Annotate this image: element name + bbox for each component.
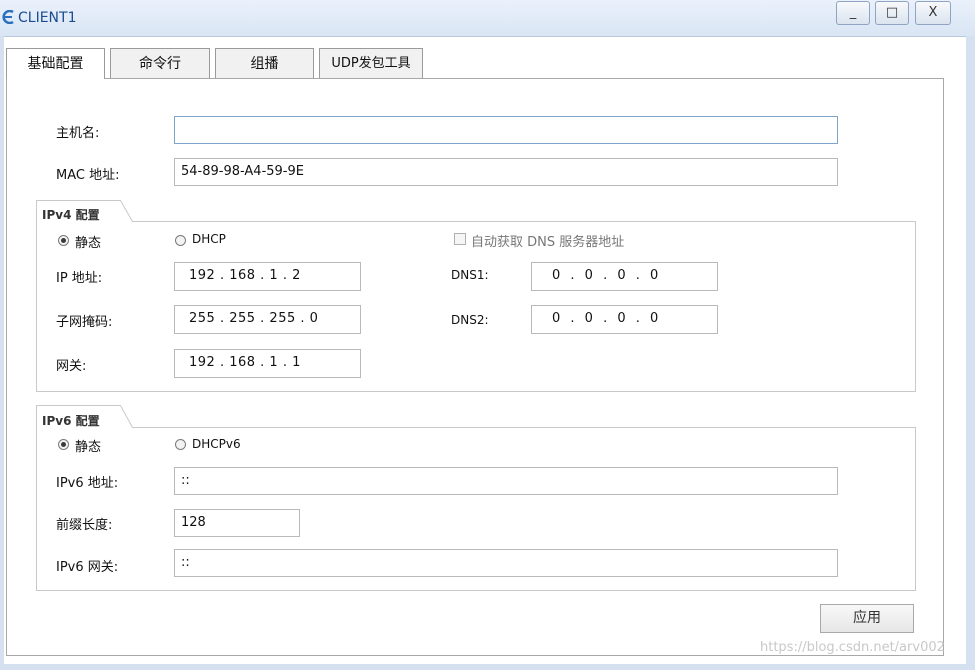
dns1-field[interactable]: 0 . 0 . 0 . 0 bbox=[531, 262, 718, 291]
dns2-label: DNS2: bbox=[451, 313, 489, 327]
watermark: https://blog.csdn.net/arv002 bbox=[760, 640, 945, 655]
maximize-button[interactable]: □ bbox=[875, 1, 909, 25]
subnet-mask-field[interactable]: 255 . 255 . 255 . 0 bbox=[174, 305, 361, 334]
hostname-input[interactable] bbox=[174, 116, 838, 144]
maximize-icon: □ bbox=[885, 5, 899, 20]
auto-dns-label: 自动获取 DNS 服务器地址 bbox=[471, 235, 625, 250]
mac-field: 54-89-98-A4-59-9E bbox=[174, 158, 838, 186]
ipv4-dhcp-radio[interactable] bbox=[175, 235, 186, 246]
window-frame-right bbox=[966, 36, 975, 670]
window-frame-left bbox=[0, 36, 4, 670]
title-bar bbox=[0, 0, 975, 37]
ipv6-dhcp-label: DHCPv6 bbox=[192, 437, 241, 451]
ipv4-dhcp-label: DHCP bbox=[192, 232, 226, 246]
ipv4-static-radio[interactable] bbox=[58, 235, 69, 246]
window-title: CLIENT1 bbox=[18, 10, 77, 26]
tab-basic-config[interactable]: 基础配置 bbox=[6, 48, 105, 79]
dns1-label: DNS1: bbox=[451, 268, 489, 282]
tab-multicast[interactable]: 组播 bbox=[215, 48, 314, 78]
ipv6-static-label: 静态 bbox=[75, 440, 102, 455]
close-button[interactable]: X bbox=[915, 1, 951, 25]
close-icon: X bbox=[928, 5, 938, 20]
minimize-button[interactable]: _ bbox=[836, 1, 870, 25]
tab-udp-tool[interactable]: UDP发包工具 bbox=[319, 48, 423, 78]
ipv4-groupbox-header bbox=[36, 200, 916, 222]
ipv4-static-label: 静态 bbox=[75, 236, 102, 251]
auto-dns-checkbox[interactable] bbox=[454, 233, 466, 245]
ipv6-address-label: IPv6 地址: bbox=[56, 476, 119, 491]
gateway-label: 网关: bbox=[56, 359, 87, 374]
prefix-length-field[interactable]: 128 bbox=[174, 509, 300, 537]
ipv6-static-radio[interactable] bbox=[58, 439, 69, 450]
gateway-field[interactable]: 192 . 168 . 1 . 1 bbox=[174, 349, 361, 378]
subnet-mask-label: 子网掩码: bbox=[56, 315, 113, 330]
prefix-length-label: 前缀长度: bbox=[56, 518, 113, 533]
mac-label: MAC 地址: bbox=[56, 168, 120, 183]
dns2-field[interactable]: 0 . 0 . 0 . 0 bbox=[531, 305, 718, 334]
ipv6-gateway-field[interactable]: :: bbox=[174, 549, 838, 577]
apply-button[interactable]: 应用 bbox=[820, 604, 914, 633]
hostname-label: 主机名: bbox=[56, 126, 100, 141]
ip-address-label: IP 地址: bbox=[56, 271, 103, 286]
ipv6-address-field[interactable]: :: bbox=[174, 467, 838, 495]
tab-command-line[interactable]: 命令行 bbox=[110, 48, 210, 78]
ip-address-field[interactable]: 192 . 168 . 1 . 2 bbox=[174, 262, 361, 291]
minimize-icon: _ bbox=[849, 5, 857, 20]
ipv6-groupbox-header bbox=[36, 405, 916, 428]
app-icon bbox=[2, 10, 14, 24]
ipv6-dhcp-radio[interactable] bbox=[175, 439, 186, 450]
window-frame-bottom bbox=[0, 664, 975, 670]
ipv6-gateway-label: IPv6 网关: bbox=[56, 560, 119, 575]
